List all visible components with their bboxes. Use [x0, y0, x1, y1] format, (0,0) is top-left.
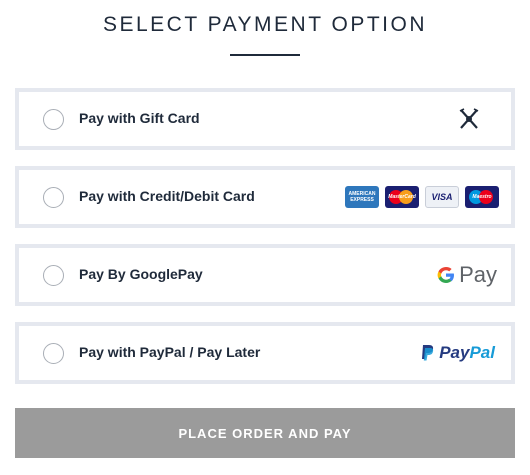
- option-label: Pay with Gift Card: [79, 110, 200, 126]
- paypal-logo: PayPal: [420, 336, 495, 370]
- payment-option-googlepay[interactable]: Pay By GooglePay Pay: [15, 244, 515, 306]
- google-pay-logo: Pay: [436, 258, 497, 292]
- amex-logo: AMERICAN EXPRESS: [345, 186, 379, 208]
- place-order-button[interactable]: PLACE ORDER AND PAY: [15, 408, 515, 458]
- visa-logo-text: VISA: [431, 192, 453, 202]
- radio-gift-card[interactable]: [43, 109, 64, 130]
- title-divider: [230, 54, 300, 56]
- payment-option-card[interactable]: Pay with Credit/Debit Card AMERICAN EXPR…: [15, 166, 515, 228]
- radio-googlepay[interactable]: [43, 265, 64, 286]
- maestro-logo: Maestro: [465, 186, 499, 208]
- page-title: SELECT PAYMENT OPTION: [102, 13, 427, 36]
- google-pay-text: Pay: [459, 262, 497, 287]
- card-logos: AMERICAN EXPRESS MasterCard VISA Maestro: [345, 180, 499, 214]
- gift-card-icon: [457, 102, 481, 136]
- radio-paypal[interactable]: [43, 343, 64, 364]
- option-label: Pay with PayPal / Pay Later: [79, 344, 261, 360]
- mastercard-logo-text: MasterCard: [388, 194, 416, 200]
- amex-logo-text: AMERICAN EXPRESS: [348, 191, 376, 203]
- payment-option-gift-card[interactable]: Pay with Gift Card: [15, 88, 515, 150]
- paypal-p-icon: [422, 345, 434, 361]
- radio-card[interactable]: [43, 187, 64, 208]
- visa-logo: VISA: [425, 186, 459, 208]
- option-label: Pay By GooglePay: [79, 266, 203, 282]
- payment-option-paypal[interactable]: Pay with PayPal / Pay Later PayPal: [15, 322, 515, 384]
- paypal-text-pay: Pay: [439, 343, 470, 362]
- option-label: Pay with Credit/Debit Card: [79, 188, 255, 204]
- mastercard-logo: MasterCard: [385, 186, 419, 208]
- paypal-text-pal: Pal: [469, 343, 495, 362]
- maestro-logo-text: Maestro: [472, 194, 492, 200]
- google-g-icon: [437, 267, 455, 283]
